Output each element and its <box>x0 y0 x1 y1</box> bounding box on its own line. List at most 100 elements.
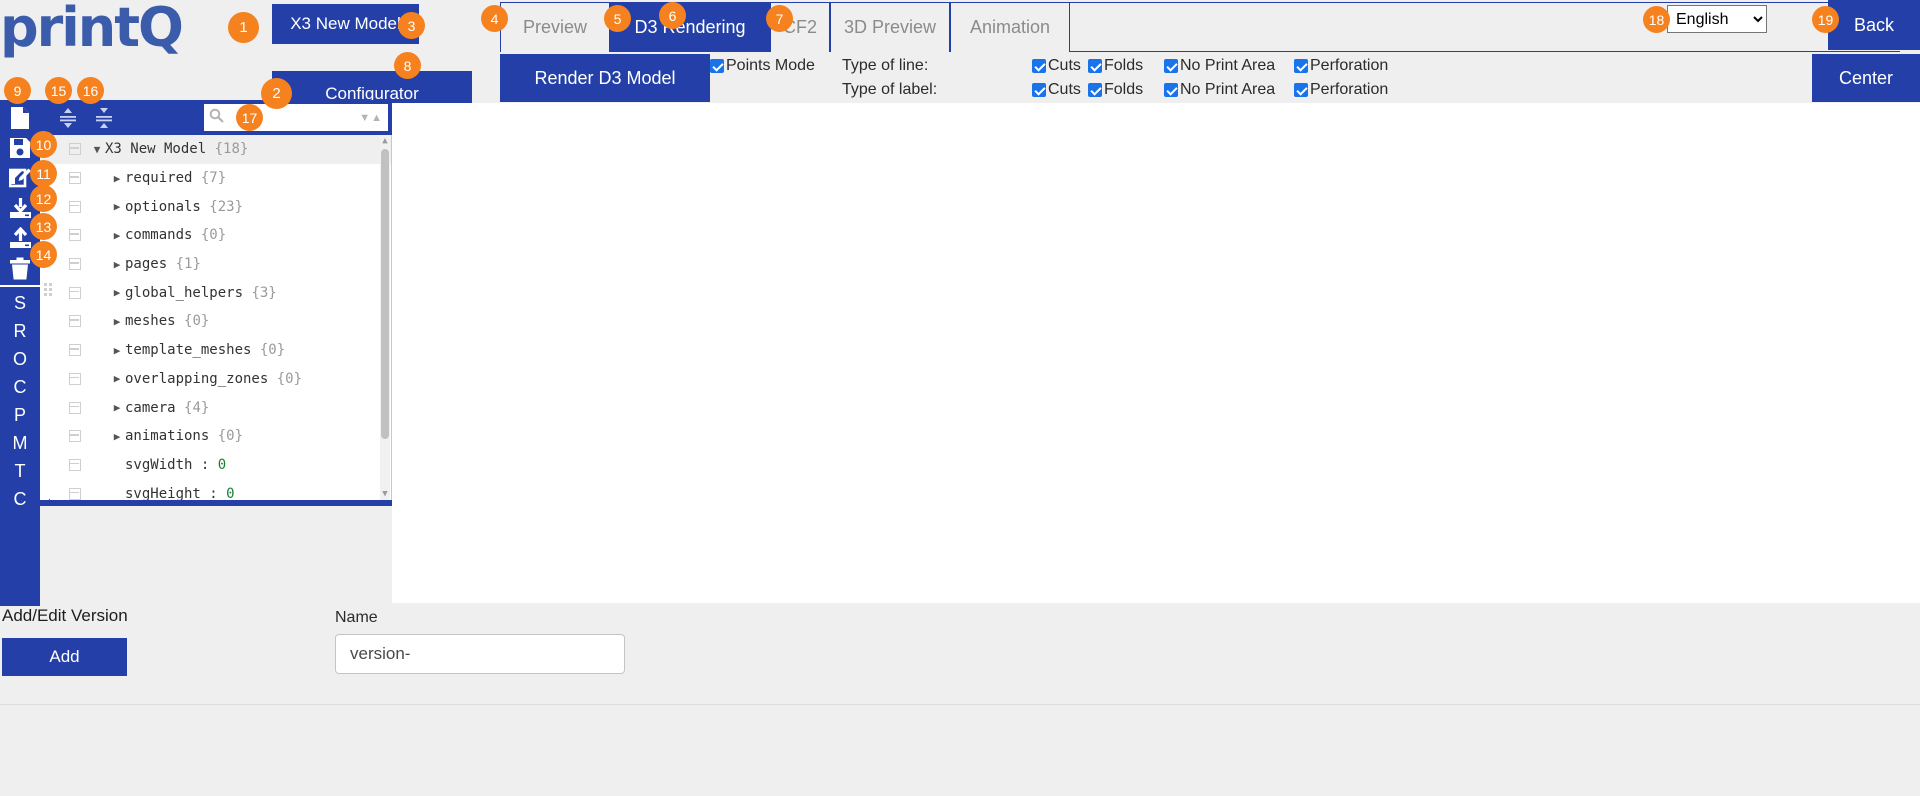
edit-icon[interactable] <box>0 163 40 193</box>
node-checkbox-icon[interactable] <box>69 258 81 271</box>
label-no-print-area-checkbox[interactable] <box>1164 83 1178 97</box>
type-of-label-row: Type of label: Cuts Folds No Print Area … <box>710 78 1900 102</box>
line-cuts-cell[interactable]: Cuts <box>1032 57 1088 75</box>
label-cuts-checkbox[interactable] <box>1032 83 1046 97</box>
save-icon[interactable] <box>0 133 40 163</box>
chevron-right-icon[interactable]: ▶ <box>109 172 125 185</box>
rail-letter-c2[interactable]: C <box>0 485 40 513</box>
new-file-icon[interactable] <box>0 103 40 133</box>
tree-node-pages[interactable]: ▶ pages {1} <box>40 250 391 279</box>
chevron-right-icon[interactable]: ▶ <box>109 344 125 357</box>
node-checkbox-icon[interactable] <box>69 143 81 156</box>
search-prev-next-icons[interactable]: ▼▲ <box>359 112 383 124</box>
tree-node-global-helpers[interactable]: ▶ global_helpers {3} <box>40 278 391 307</box>
expand-all-icon[interactable] <box>50 100 86 135</box>
chevron-right-icon[interactable]: ▶ <box>109 200 125 213</box>
d3-render-canvas[interactable] <box>478 103 1920 603</box>
label-perforation-checkbox[interactable] <box>1294 83 1308 97</box>
node-checkbox-icon[interactable] <box>69 487 81 500</box>
chevron-right-icon[interactable]: ▶ <box>109 229 125 242</box>
chevron-right-icon[interactable]: ▶ <box>109 258 125 271</box>
chevron-right-icon[interactable]: ▶ <box>109 372 125 385</box>
tree-node-template-meshes[interactable]: ▶ template_meshes {0} <box>40 336 391 365</box>
points-mode-checkbox-cell[interactable]: Points Mode <box>710 57 842 75</box>
chevron-right-icon[interactable]: ▶ <box>109 286 125 299</box>
version-name-input[interactable] <box>335 634 625 674</box>
tree-node-optionals[interactable]: ▶ optionals {23} <box>40 192 391 221</box>
rail-letter-c[interactable]: C <box>0 373 40 401</box>
tree-node-animations[interactable]: ▶ animations {0} <box>40 422 391 451</box>
tree-node-x3-new-model[interactable]: ▼ X3 New Model {18} <box>40 135 391 164</box>
line-folds-cell[interactable]: Folds <box>1088 57 1164 75</box>
download-icon[interactable] <box>0 193 40 223</box>
rail-letter-t[interactable]: T <box>0 457 40 485</box>
render-d3-model-button[interactable]: Render D3 Model <box>500 54 710 102</box>
scrollbar-thumb[interactable] <box>381 149 389 439</box>
line-folds-label: Folds <box>1104 57 1144 74</box>
line-cuts-checkbox[interactable] <box>1032 59 1046 73</box>
tab-d3-rendering[interactable]: D3 Rendering <box>610 3 770 52</box>
tree-scrollbar[interactable]: ▲ ▼ <box>380 135 390 500</box>
node-checkbox-icon[interactable] <box>69 172 81 185</box>
back-button[interactable]: Back <box>1828 0 1920 50</box>
add-button[interactable]: Add <box>2 638 127 676</box>
rail-letter-m[interactable]: M <box>0 429 40 457</box>
tree-node-camera[interactable]: ▶ camera {4} <box>40 393 391 422</box>
node-checkbox-icon[interactable] <box>69 458 81 471</box>
search-input[interactable] <box>228 108 360 127</box>
label-folds-checkbox[interactable] <box>1088 83 1102 97</box>
label-cuts-cell[interactable]: Cuts <box>1032 81 1088 99</box>
tree-drag-handle[interactable] <box>44 283 54 297</box>
tab-cf2[interactable]: CF2 <box>770 3 830 52</box>
rail-letter-p[interactable]: P <box>0 401 40 429</box>
model-name-button[interactable]: X3 New Model <box>272 4 419 44</box>
tree-node-svgheight[interactable]: svgHeight : 0 <box>40 479 391 500</box>
label-folds-cell[interactable]: Folds <box>1088 81 1164 99</box>
tree-node-required[interactable]: ▶ required {7} <box>40 164 391 193</box>
scroll-down-arrow[interactable]: ▼ <box>380 488 390 500</box>
upload-icon[interactable] <box>0 223 40 253</box>
node-checkbox-icon[interactable] <box>69 344 81 357</box>
scroll-up-arrow[interactable]: ▲ <box>380 135 390 147</box>
rail-letter-o[interactable]: O <box>0 345 40 373</box>
delete-icon[interactable] <box>0 253 40 283</box>
tree-node-label: svgWidth : 0 <box>125 456 227 473</box>
node-checkbox-icon[interactable] <box>69 229 81 242</box>
tree-search-bar[interactable]: ▼▲ <box>204 104 388 131</box>
points-mode-checkbox[interactable] <box>710 59 724 73</box>
collapse-all-icon[interactable] <box>86 100 122 135</box>
rail-letter-r[interactable]: R <box>0 317 40 345</box>
tree-resize-bar[interactable] <box>40 500 392 506</box>
node-checkbox-icon[interactable] <box>69 372 81 385</box>
center-button[interactable]: Center <box>1812 54 1920 102</box>
node-checkbox-icon[interactable] <box>69 430 81 443</box>
line-folds-checkbox[interactable] <box>1088 59 1102 73</box>
line-perforation-cell[interactable]: Perforation <box>1294 57 1414 75</box>
node-checkbox-icon[interactable] <box>69 401 81 414</box>
tab-animation[interactable]: Animation <box>950 3 1070 52</box>
label-no-print-area-cell[interactable]: No Print Area <box>1164 81 1294 99</box>
label-perforation-cell[interactable]: Perforation <box>1294 81 1414 99</box>
tree-node-commands[interactable]: ▶ commands {0} <box>40 221 391 250</box>
panel-divider <box>0 704 1920 705</box>
line-perforation-checkbox[interactable] <box>1294 59 1308 73</box>
model-tree[interactable]: ▼ X3 New Model {18} ▶ required {7} ▶ optional… <box>40 135 392 500</box>
chevron-right-icon[interactable]: ▶ <box>109 315 125 328</box>
tree-node-svgwidth[interactable]: svgWidth : 0 <box>40 451 391 480</box>
node-checkbox-icon[interactable] <box>69 315 81 328</box>
node-checkbox-icon[interactable] <box>69 286 81 299</box>
node-checkbox-icon[interactable] <box>69 200 81 213</box>
line-no-print-area-label: No Print Area <box>1180 57 1276 74</box>
line-no-print-area-checkbox[interactable] <box>1164 59 1178 73</box>
tab-preview[interactable]: Preview <box>500 3 610 52</box>
chevron-down-icon[interactable]: ▼ <box>89 143 105 156</box>
tree-node-meshes[interactable]: ▶ meshes {0} <box>40 307 391 336</box>
tree-collapse-arrow[interactable]: ▲ <box>44 496 55 508</box>
chevron-right-icon[interactable]: ▶ <box>109 430 125 443</box>
rail-letter-s[interactable]: S <box>0 289 40 317</box>
tree-node-overlapping-zones[interactable]: ▶ overlapping_zones {0} <box>40 365 391 394</box>
chevron-right-icon[interactable]: ▶ <box>109 401 125 414</box>
language-select[interactable]: English <box>1667 5 1767 33</box>
tab-3d-preview[interactable]: 3D Preview <box>830 3 950 52</box>
line-no-print-area-cell[interactable]: No Print Area <box>1164 57 1294 75</box>
